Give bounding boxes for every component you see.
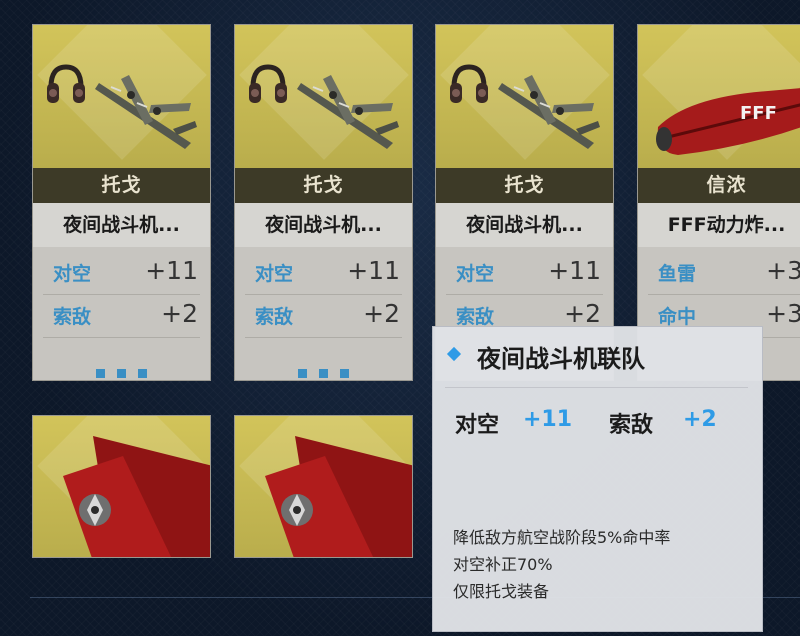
stat-row: 索敌 +2: [245, 295, 402, 338]
stat-name: 鱼雷: [658, 263, 697, 285]
equip-card-5[interactable]: [32, 415, 211, 558]
stat-value: +2: [363, 299, 400, 328]
plane-icon: [498, 75, 600, 149]
stat-name: 索敌: [53, 306, 92, 328]
stat-name: 索敌: [255, 306, 294, 328]
stat-value: +11: [548, 256, 601, 285]
headset-icon: [249, 64, 287, 103]
stat-name: 索敌: [456, 306, 495, 328]
equip-card-6[interactable]: [234, 415, 413, 558]
ship-name: 信浓: [638, 168, 800, 203]
stat-name: 命中: [658, 306, 697, 328]
tooltip-title: 夜间战斗机联队: [477, 345, 645, 373]
stat-name: 对空: [53, 263, 92, 285]
diamond-icon: [446, 346, 462, 362]
stat-row: 鱼雷 +3: [648, 252, 800, 295]
equip-image: [33, 416, 210, 557]
plane-icon: [297, 75, 399, 149]
tooltip-desc-line: 仅限托戈装备: [453, 582, 550, 601]
more-dots-icon[interactable]: [235, 363, 412, 380]
headset-icon: [47, 64, 85, 103]
stat-value: +2: [161, 299, 198, 328]
stat-value: +3: [766, 256, 800, 285]
equip-image: [235, 25, 412, 168]
stat-name: 对空: [456, 263, 495, 285]
equip-image: [436, 25, 613, 168]
stat-value: +3: [766, 299, 800, 328]
more-dots-icon[interactable]: [33, 363, 210, 380]
svg-text:FFF: FFF: [740, 103, 777, 124]
equip-title: 夜间战斗机...: [436, 203, 613, 247]
stat-row: 对空 +11: [43, 252, 200, 295]
headset-icon: [450, 64, 488, 103]
bomb-icon: FFF: [656, 88, 800, 155]
equip-title: 夜间战斗机...: [235, 203, 412, 247]
stat-row: 对空 +11: [446, 252, 603, 295]
ship-name: 托戈: [436, 168, 613, 203]
stat-value: +11: [145, 256, 198, 285]
torpedo-bomber-icon: [63, 436, 210, 557]
torpedo-bomber-icon: [265, 436, 412, 557]
tooltip-stat-value: +2: [683, 407, 717, 432]
stat-row: 对空 +11: [245, 252, 402, 295]
equip-image: [235, 416, 412, 557]
equip-image: [33, 25, 210, 168]
stat-value: +2: [564, 299, 601, 328]
equip-tooltip: 夜间战斗机联队 对空 +11 索敌 +2 降低敌方航空战阶段5%命中率 对空补正…: [432, 326, 763, 632]
tooltip-divider: [445, 387, 748, 388]
stat-row: 索敌 +2: [43, 295, 200, 338]
tooltip-stat-name: 对空: [455, 413, 500, 438]
tooltip-stat-name: 索敌: [609, 413, 654, 438]
equip-card-2[interactable]: 托戈 夜间战斗机... 对空 +11 索敌 +2: [234, 24, 413, 381]
tooltip-stat-value: +11: [523, 407, 573, 432]
stat-name: 对空: [255, 263, 294, 285]
equip-card-1[interactable]: 托戈 夜间战斗机... 对空 +11 索敌 +2: [32, 24, 211, 381]
equip-title: FFF动力炸...: [638, 203, 800, 247]
plane-icon: [95, 75, 197, 149]
equip-image: FFF: [638, 25, 800, 168]
equip-title: 夜间战斗机...: [33, 203, 210, 247]
tooltip-desc-line: 降低敌方航空战阶段5%命中率: [453, 528, 671, 547]
ship-name: 托戈: [33, 168, 210, 203]
tooltip-desc-line: 对空补正70%: [453, 555, 553, 574]
stat-value: +11: [347, 256, 400, 285]
ship-name: 托戈: [235, 168, 412, 203]
